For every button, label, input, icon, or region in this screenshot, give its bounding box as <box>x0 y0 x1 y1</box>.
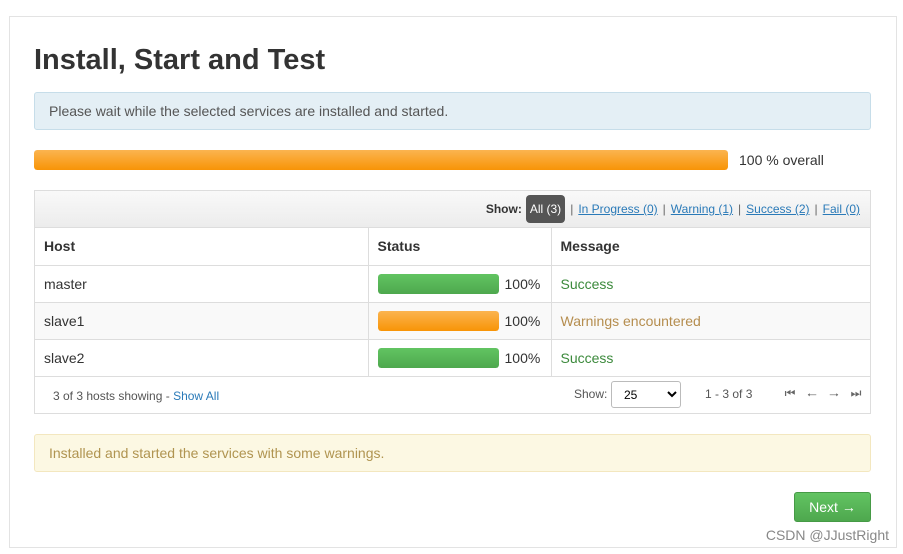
host-progress-label: 100% <box>504 275 541 292</box>
last-page-icon[interactable]: ⏭ <box>845 386 867 407</box>
filter-show-label: Show: <box>485 202 522 216</box>
page-size-label: Show: <box>574 387 608 401</box>
column-header-status[interactable]: Status <box>368 228 552 266</box>
host-progress-track <box>377 273 499 294</box>
info-alert: Please wait while the selected services … <box>34 92 871 130</box>
host-progress-bar <box>377 310 499 331</box>
table-pagination: 3 of 3 hosts showing - Show All Show: 25… <box>35 377 870 414</box>
host-progress-track <box>377 310 499 331</box>
host-cell: master <box>35 265 369 303</box>
overall-progress-bar <box>34 150 728 170</box>
next-button[interactable]: Next → <box>794 492 871 522</box>
first-page-icon[interactable]: ⏮ <box>779 386 801 407</box>
page-range: 1 - 3 of 3 <box>705 387 753 401</box>
filter-separator: | <box>738 202 742 216</box>
prev-page-icon[interactable]: 🠀 <box>801 386 823 407</box>
hosts-showing-text: 3 of 3 hosts showing - <box>53 389 170 403</box>
overall-progress-label: 100 % overall <box>739 152 824 168</box>
next-page-icon[interactable]: 🠂 <box>823 386 845 407</box>
filter-success[interactable]: Success (2) <box>746 202 809 216</box>
result-alert: Installed and started the services with … <box>34 434 871 472</box>
table-row: slave1 100% Warnings encountered <box>35 302 870 340</box>
watermark: CSDN @JJustRight <box>765 527 889 543</box>
message-link[interactable]: Warnings encountered <box>551 302 870 340</box>
message-link[interactable]: Success <box>551 339 870 377</box>
filter-separator: | <box>662 202 666 216</box>
show-all-link[interactable]: Show All <box>173 389 219 403</box>
overall-progress-track <box>34 150 728 170</box>
host-progress-track <box>377 347 499 368</box>
page-size-select[interactable]: 25 <box>611 381 681 408</box>
status-cell: 100% <box>368 265 552 303</box>
page-title: Install, Start and Test <box>34 44 326 76</box>
column-header-host[interactable]: Host <box>35 228 369 266</box>
table-row: master 100% Success <box>35 265 870 303</box>
host-cell: slave2 <box>35 339 369 377</box>
filter-in-progress[interactable]: In Progress (0) <box>578 202 657 216</box>
filter-separator: | <box>814 202 818 216</box>
hosts-showing: 3 of 3 hosts showing - Show All <box>53 389 219 403</box>
table-header-row: Host Status Message <box>35 228 870 266</box>
status-cell: 100% <box>368 302 552 340</box>
status-cell: 100% <box>368 339 552 377</box>
host-progress-bar <box>377 273 499 294</box>
filter-fail[interactable]: Fail (0) <box>823 202 860 216</box>
filter-all[interactable]: All (3) <box>525 195 566 223</box>
column-header-message[interactable]: Message <box>551 228 870 266</box>
host-progress-bar <box>377 347 499 368</box>
host-cell: slave1 <box>35 302 369 340</box>
host-progress-label: 100% <box>504 312 541 329</box>
table-row: slave2 100% Success <box>35 339 870 377</box>
status-filter-bar: Show: All (3) | In Progress (0) | Warnin… <box>35 191 870 228</box>
hosts-table: Host Status Message master 100% Success <box>35 228 870 377</box>
message-link[interactable]: Success <box>551 265 870 303</box>
hosts-table-container: Show: All (3) | In Progress (0) | Warnin… <box>34 190 871 414</box>
filter-separator: | <box>570 202 574 216</box>
overall-progress: 100 % overall <box>34 150 871 170</box>
host-progress-label: 100% <box>504 349 541 366</box>
filter-warning[interactable]: Warning (1) <box>671 202 733 216</box>
page-nav: ⏮ 🠀 🠂 ⏭ <box>779 386 867 407</box>
